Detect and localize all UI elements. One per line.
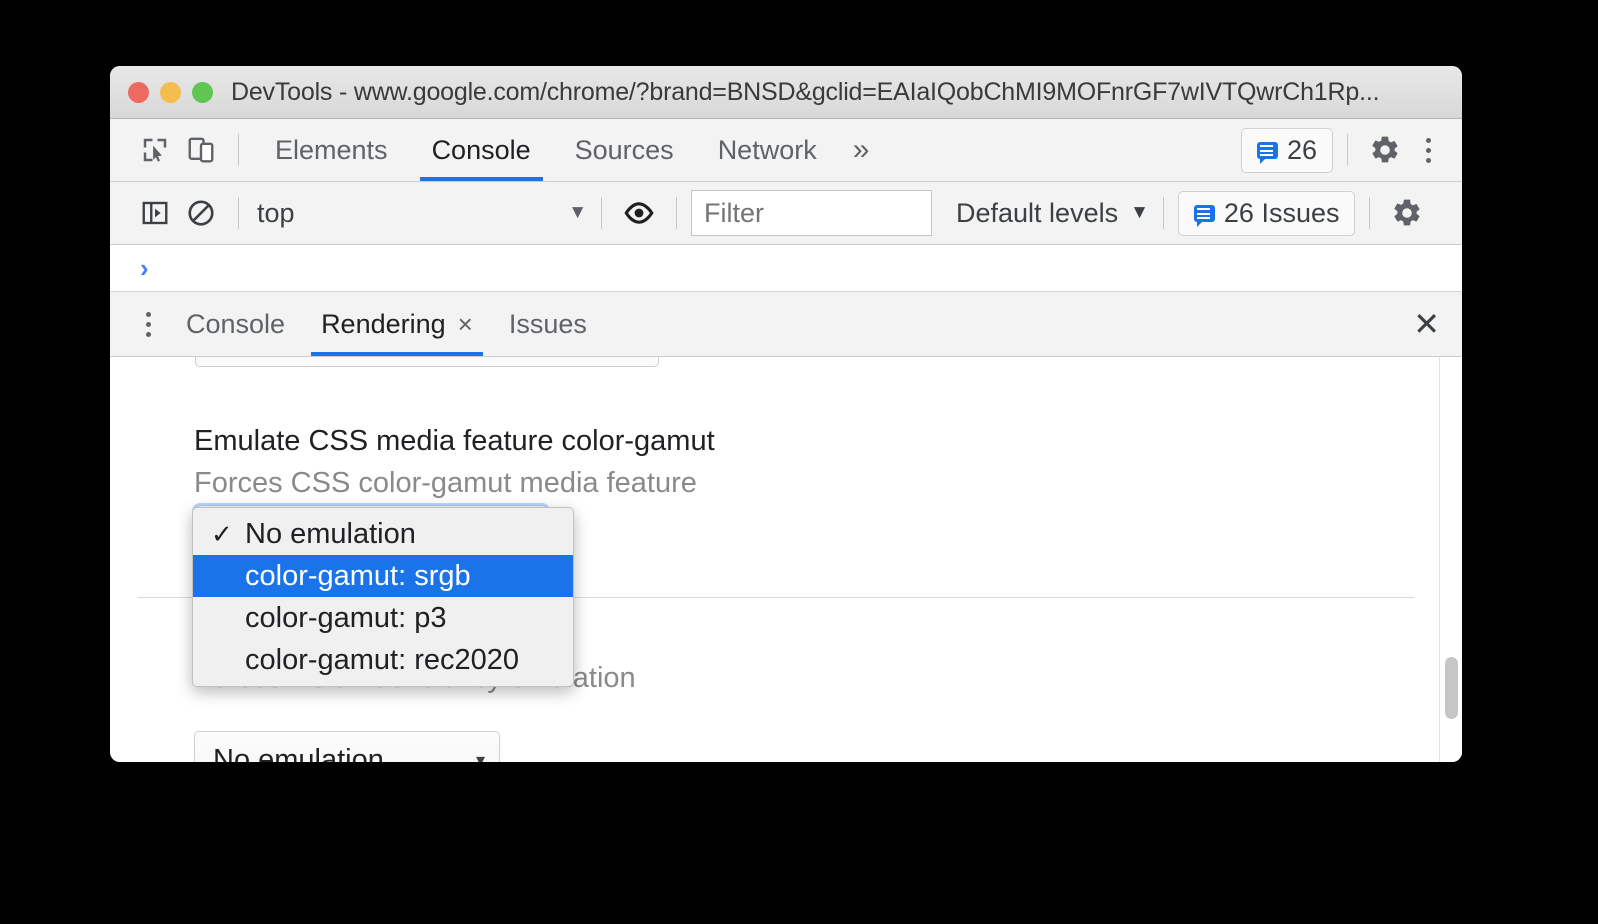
issues-counter-button[interactable]: 26 — [1240, 127, 1333, 173]
drawer-tabbar: Console Rendering × Issues ✕ — [110, 292, 1462, 357]
more-tabs-chevron-icon[interactable]: » — [839, 135, 884, 165]
color-gamut-setting-subtitle: Forces CSS color-gamut media feature — [194, 467, 697, 499]
inspect-cursor-icon[interactable] — [132, 127, 178, 173]
drawer-tab-console[interactable]: Console — [168, 292, 303, 356]
console-sidebar-icon[interactable] — [132, 190, 178, 236]
drawer-tab-rendering-label: Rendering — [321, 308, 446, 339]
toolbar-divider-right — [1347, 134, 1348, 166]
chevron-down-icon: ▾ — [475, 749, 485, 763]
color-gamut-setting-title: Emulate CSS media feature color-gamut — [194, 425, 715, 457]
console-toolbar-divider-4 — [1162, 197, 1164, 229]
dropdown-option-rec2020[interactable]: color-gamut: rec2020 — [193, 639, 573, 681]
live-expression-eye-icon[interactable] — [616, 190, 662, 236]
filter-placeholder: Filter — [704, 197, 764, 228]
execution-context-select[interactable]: top ▼ — [253, 198, 587, 229]
scrollbar-thumb[interactable] — [1445, 657, 1458, 719]
console-prompt-area[interactable]: › — [110, 245, 1462, 292]
close-window-button[interactable] — [128, 81, 149, 103]
minimize-window-button[interactable] — [160, 81, 181, 103]
dropdown-option-label: color-gamut: rec2020 — [245, 643, 520, 676]
tab-console[interactable]: Console — [410, 119, 553, 181]
rendering-panel-scrollbar[interactable] — [1439, 357, 1462, 762]
color-gamut-dropdown-menu: ✓ No emulation color-gamut: srgb color-g… — [192, 507, 574, 687]
toolbar-divider — [238, 134, 239, 166]
execution-context-value: top — [257, 197, 295, 228]
log-levels-select[interactable]: Default levels ▼ — [956, 198, 1149, 229]
drawer-tab-issues[interactable]: Issues — [491, 292, 605, 356]
kebab-menu-icon[interactable] — [1408, 128, 1448, 172]
log-levels-label: Default levels — [956, 197, 1119, 228]
clear-console-icon[interactable] — [178, 190, 224, 236]
console-prompt-chevron-icon: › — [140, 253, 149, 283]
close-icon[interactable]: × — [458, 311, 473, 337]
issues-message-icon — [1193, 204, 1215, 227]
console-issues-label: 26 Issues — [1223, 197, 1340, 228]
tab-elements[interactable]: Elements — [253, 119, 410, 181]
checkmark-icon: ✓ — [211, 518, 233, 549]
filter-input[interactable]: Filter — [691, 190, 932, 236]
chevron-down-icon: ▼ — [1130, 202, 1149, 223]
previous-setting-select-cutoff[interactable] — [195, 357, 659, 367]
issues-message-icon — [1256, 141, 1278, 164]
devtools-window: DevTools - www.google.com/chrome/?brand=… — [110, 66, 1462, 762]
dropdown-option-no-emulation[interactable]: ✓ No emulation — [193, 513, 573, 555]
tab-sources[interactable]: Sources — [553, 119, 696, 181]
console-settings-gear-icon[interactable] — [1384, 190, 1430, 236]
dropdown-option-p3[interactable]: color-gamut: p3 — [193, 597, 573, 639]
tab-elements-label: Elements — [275, 134, 388, 165]
vision-deficiency-select-value: No emulation — [213, 743, 384, 763]
close-drawer-icon[interactable]: ✕ — [1413, 308, 1440, 340]
rendering-panel: Emulate CSS media feature color-gamut Fo… — [110, 357, 1462, 762]
window-titlebar: DevTools - www.google.com/chrome/?brand=… — [110, 66, 1462, 119]
drawer-tab-issues-label: Issues — [508, 308, 587, 339]
devtools-main-toolbar: Elements Console Sources Network » 26 — [110, 119, 1462, 182]
panel-tab-list: Elements Console Sources Network » — [253, 119, 883, 181]
dropdown-option-label: color-gamut: p3 — [245, 601, 447, 634]
console-issues-button[interactable]: 26 Issues — [1177, 190, 1356, 236]
dropdown-option-label: color-gamut: srgb — [245, 559, 471, 592]
window-title: DevTools - www.google.com/chrome/?brand=… — [231, 77, 1380, 106]
chevron-down-icon: ▼ — [568, 202, 587, 223]
tab-network[interactable]: Network — [696, 119, 839, 181]
vision-deficiency-select[interactable]: No emulation ▾ — [194, 731, 500, 762]
console-toolbar-divider-3 — [676, 197, 677, 229]
drawer-kebab-menu-icon[interactable] — [128, 302, 168, 346]
gear-icon[interactable] — [1362, 127, 1408, 173]
toolbar-right-group: 26 — [1240, 127, 1448, 173]
issues-count-label: 26 — [1286, 134, 1317, 165]
traffic-lights — [128, 81, 213, 103]
dropdown-option-label: No emulation — [245, 517, 416, 550]
tab-network-label: Network — [717, 134, 817, 165]
console-toolbar-divider-1 — [238, 197, 239, 229]
drawer-tab-console-label: Console — [186, 308, 286, 339]
tab-sources-label: Sources — [574, 134, 674, 165]
console-toolbar-divider-2 — [601, 197, 602, 229]
device-toolbar-icon[interactable] — [178, 127, 224, 173]
tab-console-label: Console — [431, 134, 531, 165]
drawer-tab-rendering[interactable]: Rendering × — [303, 292, 491, 356]
console-toolbar: top ▼ Filter Default levels ▼ 26 Issues — [110, 182, 1462, 245]
dropdown-option-srgb[interactable]: color-gamut: srgb — [193, 555, 573, 597]
maximize-window-button[interactable] — [192, 81, 213, 103]
console-toolbar-divider-5 — [1369, 197, 1371, 229]
